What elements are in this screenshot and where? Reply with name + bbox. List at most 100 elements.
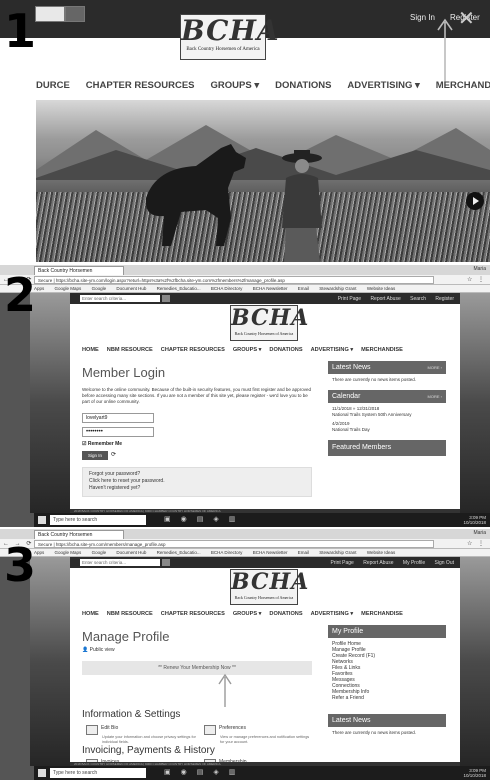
bookmark-item[interactable]: Email [298, 550, 309, 555]
browser-tab[interactable]: Back Country Horsemen [34, 266, 124, 275]
bookmark-item[interactable]: Email [298, 286, 309, 291]
browser-tab[interactable]: Back Country Horsemen [34, 530, 124, 539]
nav-item-merchandise[interactable]: MERCHANDISE [436, 80, 490, 91]
taskbar-search[interactable]: Type here to search [50, 515, 146, 525]
edit-bio-item[interactable]: Edit Bio Update your information and cho… [86, 725, 196, 744]
nav-item-chapter-resources[interactable]: CHAPTER RESOURCES [161, 611, 225, 617]
sign-in-button[interactable]: Sign In [82, 451, 108, 460]
search-button[interactable] [162, 559, 170, 566]
windows-start-icon[interactable] [38, 769, 46, 777]
next-slide-icon[interactable] [466, 192, 484, 210]
bookmark-item[interactable]: Remedies_Educatio... [157, 550, 201, 555]
url-field[interactable]: Secure | https://bcha.site-ym.com/member… [34, 540, 434, 548]
register-link[interactable]: Register [435, 296, 454, 302]
report-abuse-link[interactable]: Report Abuse [363, 560, 393, 566]
my-profile-link[interactable]: My Profile [403, 560, 425, 566]
password-field[interactable]: •••••••• [82, 427, 154, 437]
print-page-link[interactable]: Print Page [330, 560, 353, 566]
extensions-icon[interactable]: ☆ ⋮ [467, 276, 486, 283]
nav-item-donations[interactable]: DONATIONS [269, 611, 302, 617]
logo-mark: BCHA [231, 305, 310, 331]
nav-item-advertising[interactable]: ADVERTISING ▾ [347, 80, 419, 91]
search-input[interactable]: Enter search criteria... [80, 295, 160, 302]
nav-item-merchandise[interactable]: MERCHANDISE [361, 611, 403, 617]
nav-item-nbm-resource[interactable]: NBM RESOURCE [107, 347, 153, 353]
bookmark-item[interactable]: Google Maps [55, 550, 82, 555]
extensions-icon[interactable]: ☆ ⋮ [467, 540, 486, 547]
more-link[interactable]: MORE › [428, 361, 442, 374]
bookmark-item[interactable]: Stewardship Grant [319, 550, 356, 555]
top-links: Print Page Report Abuse Search Register [330, 296, 454, 302]
public-view-link[interactable]: 👤 Public view [82, 647, 115, 653]
event-title[interactable]: National Trails System 50th Anniversary [332, 412, 442, 418]
taskbar-search[interactable]: Type here to search [50, 768, 146, 778]
nav-item-advertising[interactable]: ADVERTISING ▾ [311, 611, 354, 617]
browser-address-bar: ← → ⟳ Secure | https://bcha.site-ym.com/… [0, 539, 490, 549]
bookmarks-bar: Apps Google Maps Google Document Hub Rem… [0, 285, 490, 293]
bookmark-item[interactable]: Document Hub [116, 286, 146, 291]
profile-link[interactable]: Refer a Friend [332, 695, 442, 701]
bookmark-item[interactable]: BCHA Directory [211, 550, 243, 555]
nav-item-groups[interactable]: GROUPS ▾ [211, 80, 260, 91]
bookmark-item[interactable]: Stewardship Grant [319, 286, 356, 291]
event-title[interactable]: National Trails Day [332, 427, 442, 433]
taskbar-app-icons[interactable]: ▣◉▤◈▥ [164, 768, 245, 776]
bookmark-item[interactable]: Website Ideas [367, 286, 395, 291]
nav-item-nbm-resource[interactable]: NBM RESOURCE [107, 611, 153, 617]
bookmark-item[interactable]: BCHA Newsletter [253, 550, 288, 555]
windows-start-icon[interactable] [38, 516, 46, 524]
preferences-icon [204, 725, 216, 735]
nav-item-merchandise[interactable]: MERCHANDISE [361, 347, 403, 353]
username-field[interactable]: lovelyart9 [82, 413, 154, 423]
more-link[interactable]: MORE › [428, 390, 442, 403]
search-link[interactable]: Search [410, 296, 426, 302]
forgot-password-link[interactable]: Forgot your password? [89, 471, 305, 478]
nav-item-home[interactable]: HOME [82, 611, 99, 617]
search-input[interactable] [35, 6, 65, 22]
bookmark-item[interactable]: BCHA Newsletter [253, 286, 288, 291]
bookmark-item[interactable]: Remedies_Educatio... [157, 286, 201, 291]
bookmark-item[interactable]: BCHA Directory [211, 286, 243, 291]
taskbar-app-icons[interactable]: ▣◉▤◈▥ [164, 515, 245, 523]
sidebar: My Profile Profile Home Manage Profile C… [328, 625, 446, 739]
nav-item-groups[interactable]: GROUPS ▾ [233, 347, 262, 353]
calendar-body: 11/1/2018 » 12/31/2018 National Trails S… [328, 403, 446, 436]
sidebar-heading-news: Latest News [328, 714, 446, 727]
print-page-link[interactable]: Print Page [338, 296, 361, 302]
top-links: Print Page Report Abuse My Profile Sign … [322, 560, 454, 566]
bcha-logo[interactable]: BCHA Back Country Horsemen of America [180, 14, 279, 60]
nav-item-donations[interactable]: DONATIONS [269, 347, 302, 353]
renew-membership-notice[interactable]: ** Renew Your Membership Now ** [82, 661, 312, 675]
search-button[interactable] [65, 6, 85, 22]
search-button[interactable] [162, 295, 170, 302]
nav-item-home[interactable]: HOME [82, 347, 99, 353]
report-abuse-link[interactable]: Report Abuse [370, 296, 400, 302]
preferences-item[interactable]: Preferences View or manage preferences a… [204, 725, 314, 744]
bcha-logo[interactable]: BCHA Back Country Horsemen of America [230, 569, 308, 605]
refresh-icon[interactable]: ⟳ [111, 451, 116, 458]
sign-in-link[interactable]: Sign In [410, 13, 435, 22]
search-input[interactable]: Enter search criteria... [80, 559, 160, 566]
bookmark-item[interactable]: Document Hub [116, 550, 146, 555]
url-field[interactable]: Secure | https://bcha.site-ym.com/login.… [34, 276, 434, 284]
nav-item-advertising[interactable]: ADVERTISING ▾ [311, 347, 354, 353]
nav-item-resource[interactable]: DURCE [36, 80, 70, 91]
window-controls: Maria [473, 266, 486, 272]
nav-item-chapter-resources[interactable]: CHAPTER RESOURCES [86, 80, 195, 91]
sign-out-link[interactable]: Sign Out [435, 560, 454, 566]
bookmark-item[interactable]: Google Maps [55, 286, 82, 291]
bookmark-item[interactable]: Website Ideas [367, 550, 395, 555]
reset-password-link[interactable]: Click here to reset your password. [89, 478, 305, 485]
nav-item-chapter-resources[interactable]: CHAPTER RESOURCES [161, 347, 225, 353]
remember-me-checkbox[interactable]: ☑ Remember Me [82, 441, 122, 447]
bookmark-item[interactable]: Google [92, 550, 107, 555]
page-title: Manage Profile [82, 629, 170, 644]
bookmark-item[interactable]: Google [92, 286, 107, 291]
nav-item-donations[interactable]: DONATIONS [275, 80, 331, 91]
bcha-logo[interactable]: BCHA Back Country Horsemen of America [230, 305, 310, 341]
site-top-bar: Enter search criteria... Print Page Repo… [70, 557, 460, 568]
logo-tagline: Back Country Horsemen of America [186, 47, 260, 52]
site-top-bar: Enter search criteria... Print Page Repo… [70, 293, 460, 304]
nav-item-groups[interactable]: GROUPS ▾ [233, 611, 262, 617]
step-number-1: 1 [4, 4, 37, 58]
